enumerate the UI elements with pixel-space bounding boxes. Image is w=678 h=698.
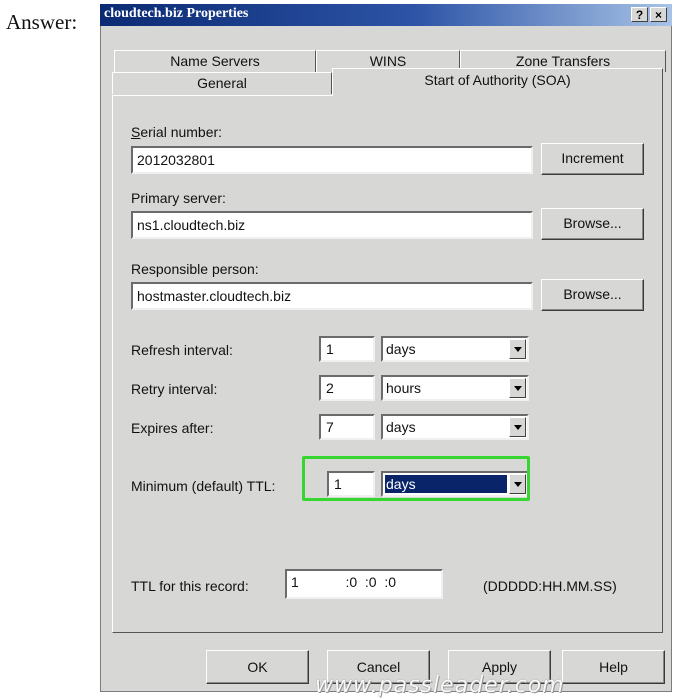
expires-unit-value: days: [386, 419, 416, 435]
responsible-browse-button[interactable]: Browse...: [541, 279, 644, 311]
expires-label: Expires after:: [131, 420, 214, 436]
ok-button[interactable]: OK: [206, 650, 309, 684]
refresh-unit-value: days: [386, 341, 416, 357]
refresh-label: Refresh interval:: [131, 342, 233, 358]
primary-label: Primary server:: [131, 190, 226, 206]
retry-unit-select[interactable]: hours: [381, 375, 529, 401]
min-ttl-highlight: [302, 456, 530, 501]
primary-browse-button[interactable]: Browse...: [541, 208, 644, 240]
primary-server-input[interactable]: ns1.cloudtech.biz: [131, 211, 533, 239]
serial-input[interactable]: 2012032801: [131, 146, 533, 174]
help-title-button[interactable]: ?: [631, 7, 648, 22]
serial-label-text: erial number:: [140, 124, 223, 140]
responsible-person-input[interactable]: hostmaster.cloudtech.biz: [131, 282, 533, 310]
responsible-label: Responsible person:: [131, 261, 259, 277]
min-ttl-label: Minimum (default) TTL:: [131, 478, 276, 494]
window-title: cloudtech.biz Properties: [104, 6, 249, 21]
refresh-unit-select[interactable]: days: [381, 336, 529, 362]
watermark: www.passleader.com: [315, 673, 565, 698]
serial-label: Serial number:: [131, 124, 223, 140]
tab-general[interactable]: General: [112, 72, 332, 94]
close-icon[interactable]: ×: [650, 7, 667, 22]
refresh-value-input[interactable]: 1: [319, 336, 375, 362]
expires-unit-select[interactable]: days: [381, 414, 529, 440]
ttl-input[interactable]: 1 :0 :0 :0: [285, 569, 443, 599]
soa-panel: Serial number: 2012032801 Increment Prim…: [112, 95, 663, 633]
retry-label: Retry interval:: [131, 381, 218, 397]
answer-label: Answer:: [6, 10, 78, 34]
chevron-down-icon[interactable]: [509, 417, 526, 437]
tab-name-servers[interactable]: Name Servers: [114, 50, 316, 72]
retry-value-input[interactable]: 2: [319, 375, 375, 401]
retry-unit-value: hours: [386, 380, 422, 396]
title-bar[interactable]: cloudtech.biz Properties ? ×: [100, 4, 672, 26]
tab-soa[interactable]: Start of Authority (SOA): [332, 68, 663, 96]
expires-value-input[interactable]: 7: [319, 414, 375, 440]
chevron-down-icon[interactable]: [509, 378, 526, 398]
chevron-down-icon[interactable]: [509, 339, 526, 359]
ttl-label: TTL for this record:: [131, 578, 249, 594]
properties-dialog: cloudtech.biz Properties ? × Name Server…: [100, 4, 672, 692]
ttl-format-hint: (DDDDD:HH.MM.SS): [483, 578, 617, 594]
help-button[interactable]: Help: [562, 650, 665, 684]
increment-button[interactable]: Increment: [541, 143, 644, 175]
